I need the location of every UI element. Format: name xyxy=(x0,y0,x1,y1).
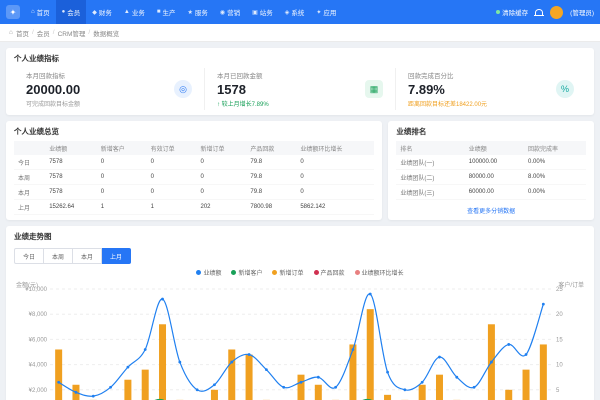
tab-this-week[interactable]: 本周 xyxy=(44,248,73,264)
breadcrumb-item-member[interactable]: 会员 xyxy=(37,28,50,38)
service-icon: ★ xyxy=(187,9,192,16)
stat-completion-rate: 回款完成百分比 7.89% 距离回款目标还差18422.00元 % xyxy=(396,68,586,110)
target-icon: ◎ xyxy=(174,80,192,98)
performance-overview-card: 个人业绩总览 业绩额 新增客户 有效订单 新增订单 产品回款 业绩额环比增长 xyxy=(6,121,382,220)
legend-item[interactable]: 新增订单 xyxy=(272,268,303,277)
clear-cache-button[interactable]: 清除缓存 xyxy=(496,7,528,17)
svg-text:¥8,000: ¥8,000 xyxy=(29,312,48,318)
table-row: 今日 7578 0 0 0 79.8 0 xyxy=(14,155,374,170)
overview-title: 个人业绩总览 xyxy=(14,126,374,137)
stat-value-received: 1578 xyxy=(217,82,269,97)
table-row: 本周 7578 0 0 0 79.8 0 xyxy=(14,170,374,185)
nav-item-system[interactable]: ◈系统 xyxy=(279,0,311,24)
legend-item[interactable]: 新增客户 xyxy=(231,268,262,277)
cache-status-dot xyxy=(496,10,500,14)
breadcrumb-item-crm[interactable]: CRM管理 xyxy=(58,28,86,38)
app-logo-glyph: ✦ xyxy=(10,8,17,17)
business-icon: ▲ xyxy=(124,9,130,15)
breadcrumb-item-overview[interactable]: 数据概览 xyxy=(93,28,119,38)
svg-text:15: 15 xyxy=(556,337,563,343)
site-icon: ▣ xyxy=(252,9,258,16)
svg-text:¥4,000: ¥4,000 xyxy=(29,363,48,369)
nav-item-apps[interactable]: ✦应用 xyxy=(310,0,342,24)
nav-item-member[interactable]: ●会员 xyxy=(56,0,87,24)
percent-icon: % xyxy=(556,80,574,98)
home-icon: ⌂ xyxy=(31,9,35,15)
nav-item-marketing[interactable]: ◉营销 xyxy=(214,0,246,24)
top-navbar: ✦ ⌂首页 ●会员 ◆财务 ▲业务 ■生产 ★服务 ◉营销 ▣站务 ◈系统 ✦应… xyxy=(0,0,600,24)
breadcrumb-item-home[interactable]: 首页 xyxy=(16,28,29,38)
nav-item-production[interactable]: ■生产 xyxy=(151,0,182,24)
trend-chart-card: 业绩走势图 今日 本周 本月 上月 业绩额 新增客户 新增订单 产品回款 业绩额环比增长… xyxy=(6,226,594,400)
nav-item-service[interactable]: ★服务 xyxy=(181,0,213,24)
view-more-link[interactable]: 查看更多分销数据 xyxy=(396,202,586,215)
legend-dot-icon xyxy=(314,270,319,275)
overview-table: 业绩额 新增客户 有效订单 新增订单 产品回款 业绩额环比增长 今日 7578 … xyxy=(14,141,374,215)
trend-chart-svg: ¥0¥2,000¥4,000¥6,000¥8,000¥10,0000510152… xyxy=(14,279,586,400)
legend-dot-icon xyxy=(196,270,201,275)
stat-value-rate: 7.89% xyxy=(408,82,487,97)
stat-monthly-target: 本月回款指标 20000.00 可完成回款目标金额 ◎ xyxy=(14,68,205,110)
svg-text:¥2,000: ¥2,000 xyxy=(29,388,48,394)
user-avatar[interactable] xyxy=(550,6,563,19)
rank-table: 排名 业绩额 回款完成率 业绩团队(一) 100000.00 0.00% 业绩团… xyxy=(396,141,586,200)
performance-rank-card: 业绩排名 排名 业绩额 回款完成率 业绩团队(一) 100000.00 0.00… xyxy=(388,121,594,220)
system-icon: ◈ xyxy=(285,9,290,16)
rank-title: 业绩排名 xyxy=(396,126,586,137)
rank-row: 业绩团队(二) 80000.00 8.00% xyxy=(396,170,586,185)
rank-header-row: 排名 业绩额 回款完成率 xyxy=(396,141,586,155)
breadcrumb-home-icon: ⌂ xyxy=(9,29,13,36)
notification-bell-icon[interactable] xyxy=(535,9,543,16)
legend-dot-icon xyxy=(231,270,236,275)
legend-item[interactable]: 业绩额 xyxy=(196,268,221,277)
nav-item-site[interactable]: ▣站务 xyxy=(246,0,279,24)
tab-today[interactable]: 今日 xyxy=(14,248,44,264)
svg-text:10: 10 xyxy=(556,363,563,369)
table-row: 上月 15262.64 1 1 202 7800.98 5862.142 xyxy=(14,200,374,215)
legend-item[interactable]: 业绩额环比增长 xyxy=(355,268,404,277)
overview-header-row: 业绩额 新增客户 有效订单 新增订单 产品回款 业绩额环比增长 xyxy=(14,141,374,155)
main-menu: ⌂首页 ●会员 ◆财务 ▲业务 ■生产 ★服务 ◉营销 ▣站务 ◈系统 ✦应用 xyxy=(25,0,342,24)
nav-item-home[interactable]: ⌂首页 xyxy=(25,0,56,24)
trend-title: 业绩走势图 xyxy=(14,231,586,242)
tab-last-month[interactable]: 上月 xyxy=(102,248,131,264)
app-logo: ✦ xyxy=(6,5,20,19)
svg-text:5: 5 xyxy=(556,388,560,394)
tab-this-month[interactable]: 本月 xyxy=(73,248,102,264)
navbar-right: 清除缓存 (管理员) xyxy=(496,6,594,19)
trend-period-tabs: 今日 本周 本月 上月 xyxy=(14,248,586,264)
middle-row: 个人业绩总览 业绩额 新增客户 有效订单 新增订单 产品回款 业绩额环比增长 xyxy=(6,121,594,220)
kpi-stats-row: 本月回款指标 20000.00 可完成回款目标金额 ◎ 本月已回款金额 1578… xyxy=(14,68,586,110)
chart-legend: 业绩额 新增客户 新增订单 产品回款 业绩额环比增长 xyxy=(14,268,586,277)
finance-icon: ◆ xyxy=(92,9,97,16)
svg-text:¥6,000: ¥6,000 xyxy=(29,337,48,343)
breadcrumb: ⌂ 首页 / 会员 / CRM管理 / 数据概览 xyxy=(0,24,600,42)
kpi-section-title: 个人业绩指标 xyxy=(14,53,586,64)
rank-row: 业绩团队(一) 100000.00 0.00% xyxy=(396,155,586,170)
username[interactable]: (管理员) xyxy=(570,7,594,17)
legend-dot-icon xyxy=(355,270,360,275)
apps-icon: ✦ xyxy=(316,9,321,16)
marketing-icon: ◉ xyxy=(220,9,225,16)
nav-item-finance[interactable]: ◆财务 xyxy=(86,0,118,24)
svg-text:金额(元): 金额(元) xyxy=(16,281,38,289)
legend-item[interactable]: 产品回款 xyxy=(314,268,345,277)
stat-value-target: 20000.00 xyxy=(26,82,80,97)
table-row: 本月 7578 0 0 0 79.8 0 xyxy=(14,185,374,200)
kpi-card: 个人业绩指标 本月回款指标 20000.00 可完成回款目标金额 ◎ 本月已回款… xyxy=(6,48,594,115)
legend-dot-icon xyxy=(272,270,277,275)
chart-icon: ▦ xyxy=(365,80,383,98)
stat-monthly-received: 本月已回款金额 1578 ↑ 较上月增长7.89% ▦ xyxy=(205,68,396,110)
page-content: 个人业绩指标 本月回款指标 20000.00 可完成回款目标金额 ◎ 本月已回款… xyxy=(0,42,600,400)
rank-row: 业绩团队(三) 60000.00 0.00% xyxy=(396,185,586,200)
svg-text:客户/订单: 客户/订单 xyxy=(558,281,584,289)
member-icon: ● xyxy=(62,9,66,15)
production-icon: ■ xyxy=(157,9,161,15)
nav-item-business[interactable]: ▲业务 xyxy=(118,0,151,24)
svg-text:20: 20 xyxy=(556,312,563,318)
